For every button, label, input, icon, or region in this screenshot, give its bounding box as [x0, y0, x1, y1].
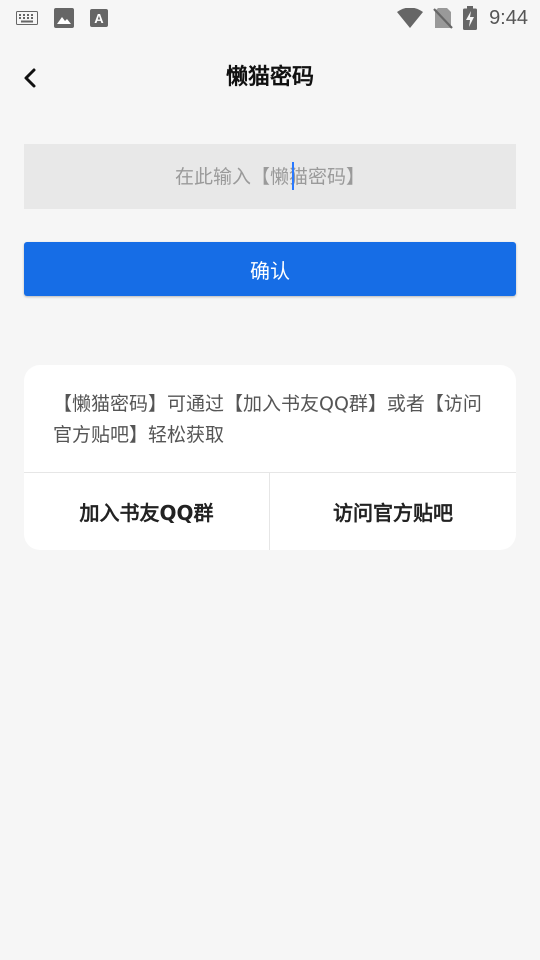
- status-bar-left: A: [16, 8, 124, 28]
- keyboard-icon: [16, 11, 38, 25]
- info-text: 【懒猫密码】可通过【加入书友QQ群】或者【访问官方贴吧】轻松获取: [53, 393, 482, 446]
- app-header: 懒猫密码: [0, 48, 540, 108]
- font-icon: A: [90, 9, 108, 27]
- join-qq-group-button[interactable]: 加入书友QQ群: [24, 473, 269, 550]
- svg-text:A: A: [94, 11, 104, 26]
- wifi-icon: [397, 8, 424, 28]
- status-clock: 9:44: [489, 6, 528, 29]
- battery-charging-icon: [463, 6, 478, 30]
- status-bar: A 9:44: [0, 0, 540, 36]
- status-bar-right: 9:44: [397, 6, 528, 30]
- password-input-container: [24, 144, 516, 209]
- image-icon: [54, 8, 74, 28]
- no-sim-icon: [433, 7, 453, 29]
- confirm-button[interactable]: 确认: [24, 242, 516, 296]
- info-card: 【懒猫密码】可通过【加入书友QQ群】或者【访问官方贴吧】轻松获取 加入书友QQ群…: [24, 365, 516, 550]
- password-input[interactable]: [24, 144, 516, 209]
- visit-tieba-button[interactable]: 访问官方贴吧: [270, 473, 516, 550]
- page-title: 懒猫密码: [225, 65, 314, 90]
- text-caret: [292, 162, 294, 190]
